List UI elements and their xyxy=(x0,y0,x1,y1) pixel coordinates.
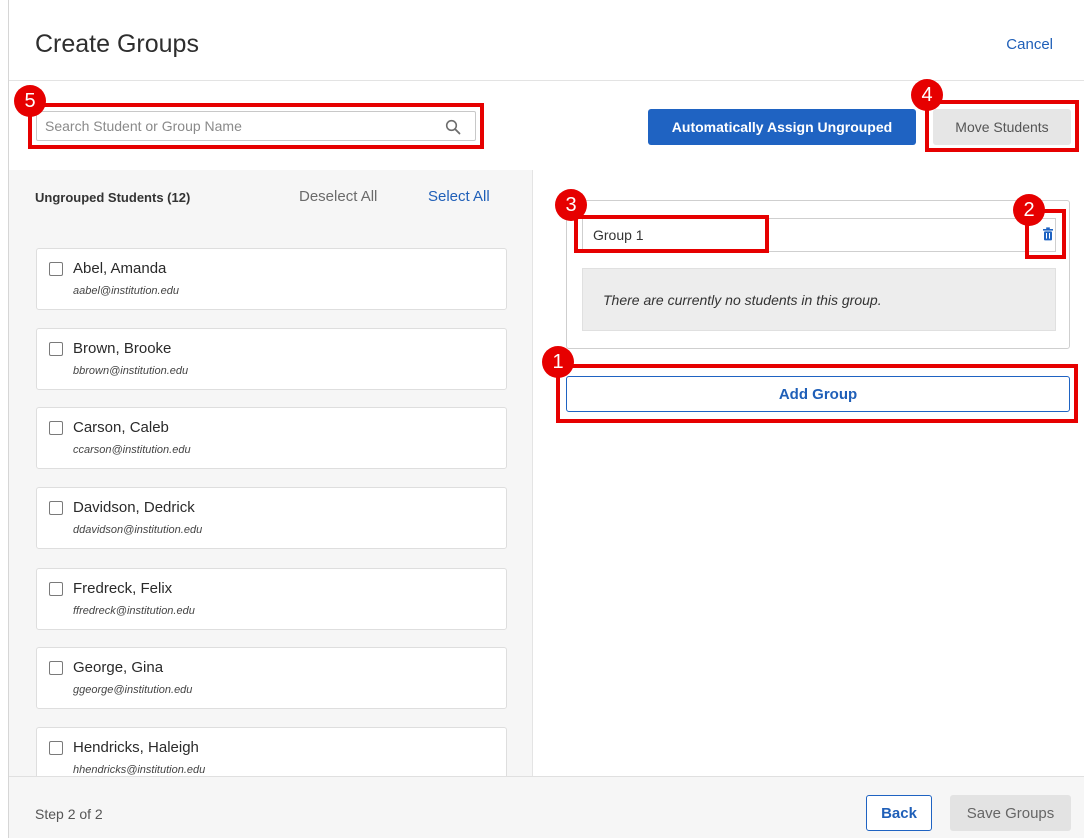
cancel-link[interactable]: Cancel xyxy=(1006,36,1053,53)
student-card[interactable]: Fredreck, Felix ffredreck@institution.ed… xyxy=(36,568,507,630)
page-title: Create Groups xyxy=(35,30,199,58)
student-email: aabel@institution.edu xyxy=(73,285,179,297)
save-groups-button[interactable]: Save Groups xyxy=(950,795,1071,831)
step-indicator: Step 2 of 2 xyxy=(35,806,103,822)
student-card[interactable]: George, Gina ggeorge@institution.edu xyxy=(36,647,507,709)
student-name: Brown, Brooke xyxy=(73,340,172,357)
student-name: George, Gina xyxy=(73,659,164,676)
student-checkbox[interactable] xyxy=(49,262,63,276)
student-email: hhendricks@institution.edu xyxy=(73,764,206,776)
student-checkbox[interactable] xyxy=(49,421,63,435)
annotation-badge-1: 1 xyxy=(542,346,574,378)
dialog-footer: Step 2 of 2 Back Save Groups xyxy=(9,776,1084,838)
student-name: Davidson, Dedrick xyxy=(73,499,195,516)
student-checkbox[interactable] xyxy=(49,582,63,596)
student-checkbox[interactable] xyxy=(49,501,63,515)
highlight-move-students xyxy=(925,100,1079,152)
highlight-add-group xyxy=(556,364,1078,423)
annotation-badge-5: 5 xyxy=(14,85,46,117)
student-card[interactable]: Davidson, Dedrick ddavidson@institution.… xyxy=(36,487,507,549)
student-name: Fredreck, Felix xyxy=(73,580,173,597)
back-button[interactable]: Back xyxy=(866,795,932,831)
highlight-search xyxy=(28,103,484,149)
student-card[interactable]: Brown, Brooke bbrown@institution.edu xyxy=(36,328,507,390)
auto-assign-button[interactable]: Automatically Assign Ungrouped xyxy=(648,109,916,145)
student-email: ggeorge@institution.edu xyxy=(73,684,193,696)
student-email: ddavidson@institution.edu xyxy=(73,524,203,536)
ungrouped-title: Ungrouped Students (12) xyxy=(35,190,191,205)
student-email: ccarson@institution.edu xyxy=(73,444,191,456)
student-name: Abel, Amanda xyxy=(73,260,167,277)
group-empty-state: There are currently no students in this … xyxy=(582,268,1056,331)
select-all-link[interactable]: Select All xyxy=(428,188,490,205)
annotation-badge-3: 3 xyxy=(555,189,587,221)
student-email: ffredreck@institution.edu xyxy=(73,605,195,617)
student-name: Carson, Caleb xyxy=(73,419,169,436)
student-checkbox[interactable] xyxy=(49,342,63,356)
student-checkbox[interactable] xyxy=(49,661,63,675)
ungrouped-students-panel: Ungrouped Students (12) Deselect All Sel… xyxy=(9,170,533,776)
highlight-group-name xyxy=(574,215,769,253)
student-card[interactable]: Abel, Amanda aabel@institution.edu xyxy=(36,248,507,310)
student-card[interactable]: Hendricks, Haleigh hhendricks@institutio… xyxy=(36,727,507,776)
student-card[interactable]: Carson, Caleb ccarson@institution.edu xyxy=(36,407,507,469)
empty-group-message: There are currently no students in this … xyxy=(603,292,882,308)
annotation-badge-4: 4 xyxy=(911,79,943,111)
deselect-all-link[interactable]: Deselect All xyxy=(299,188,377,205)
student-name: Hendricks, Haleigh xyxy=(73,739,199,756)
annotation-badge-2: 2 xyxy=(1013,194,1045,226)
dialog-header: Create Groups Cancel xyxy=(9,0,1084,81)
student-checkbox[interactable] xyxy=(49,741,63,755)
student-email: bbrown@institution.edu xyxy=(73,365,189,377)
